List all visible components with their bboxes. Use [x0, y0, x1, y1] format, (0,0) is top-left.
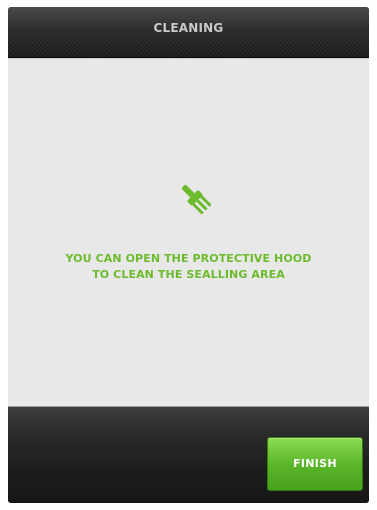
header-texture	[8, 35, 369, 57]
header-bar: CLEANING	[8, 7, 369, 58]
cleaning-message: YOU CAN OPEN THE PROTECTIVE HOOD TO CLEA…	[8, 251, 369, 283]
finish-button[interactable]: FINISH	[267, 437, 363, 491]
page-title: CLEANING	[153, 21, 224, 35]
device-frame: CLEANING YOU CAN OPEN THE PROTECTIVE HOO…	[8, 7, 369, 503]
content-panel: YOU CAN OPEN THE PROTECTIVE HOOD TO CLEA…	[8, 58, 369, 407]
message-line-2: TO CLEAN THE SEALLING AREA	[92, 268, 285, 281]
message-line-1: YOU CAN OPEN THE PROTECTIVE HOOD	[65, 252, 312, 265]
footer-bar: FINISH	[8, 407, 369, 503]
brush-icon	[181, 184, 212, 215]
